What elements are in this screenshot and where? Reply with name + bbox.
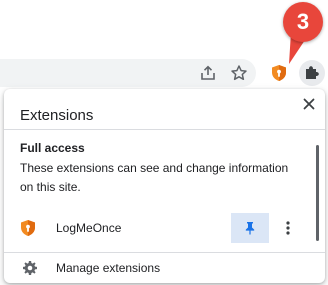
popup-divider	[4, 252, 325, 253]
section-heading: Full access	[20, 141, 85, 155]
popup-title: Extensions	[20, 107, 94, 124]
extension-row-logmeonce[interactable]: LogMeOnce	[4, 213, 325, 243]
pin-icon	[245, 222, 255, 235]
puzzle-icon	[306, 66, 319, 79]
close-icon	[303, 98, 315, 110]
popup-divider	[4, 129, 325, 130]
close-button[interactable]	[298, 93, 320, 115]
manage-extensions-item[interactable]: Manage extensions	[4, 254, 325, 282]
extension-name: LogMeOnce	[56, 221, 122, 235]
manage-extensions-label: Manage extensions	[56, 261, 161, 275]
gear-icon	[23, 261, 37, 275]
step-badge: 3	[283, 2, 323, 42]
more-options-button[interactable]	[276, 213, 300, 243]
browser-toolbar	[0, 56, 328, 90]
logmeonce-shield-icon	[21, 220, 35, 236]
pin-button[interactable]	[231, 213, 269, 243]
extensions-popup: Extensions Full access These extensions …	[4, 89, 325, 283]
more-vert-icon	[286, 221, 290, 235]
step-number: 3	[296, 9, 310, 34]
star-icon[interactable]	[228, 62, 250, 84]
share-icon[interactable]	[197, 62, 219, 84]
section-description: These extensions can see and change info…	[20, 161, 289, 194]
